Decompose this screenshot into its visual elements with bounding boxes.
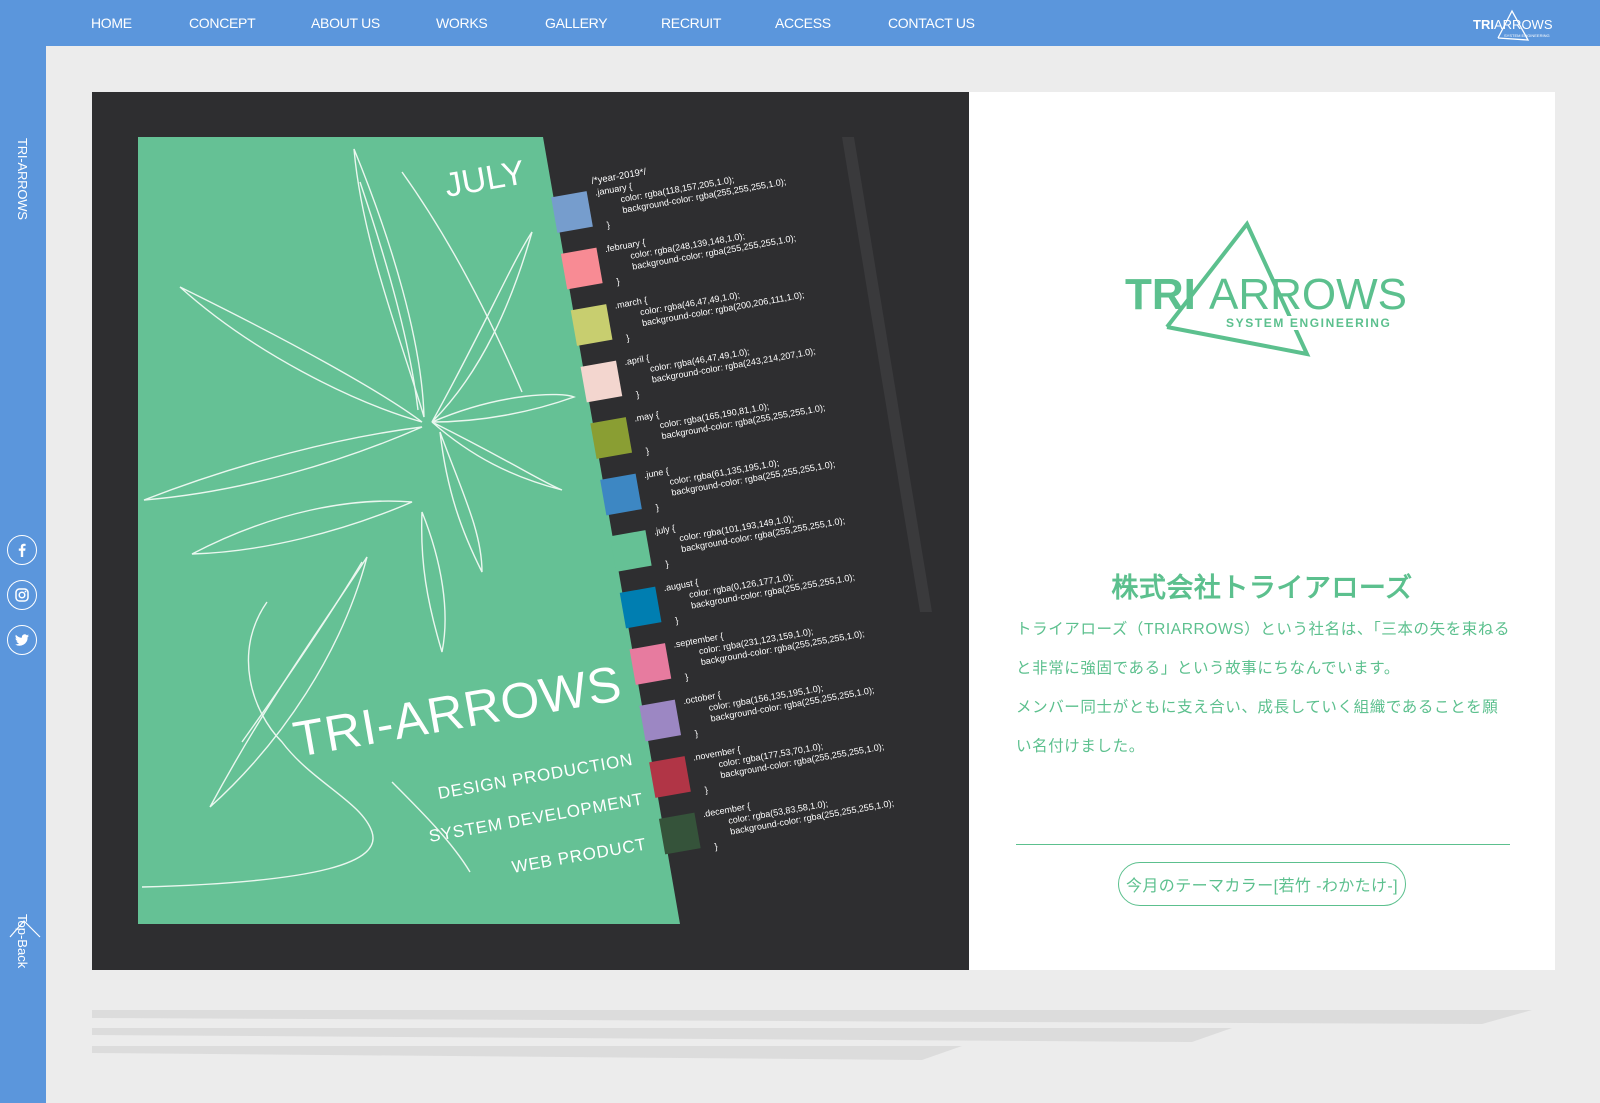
- code-line: .july {: [653, 523, 676, 537]
- nav-about-us[interactable]: ABOUT US: [311, 15, 380, 31]
- color-entry-5: .june {color: rgba(61,135,195,1.0);backg…: [600, 458, 836, 516]
- color-entry-3: .april {color: rgba(46,47,49,1.0);backgr…: [580, 346, 816, 403]
- triarrows-logo: TRI ARROWS SYSTEM ENGINEERING: [1125, 220, 1407, 357]
- description-line: と非常に強固である」という故事にちなんでいます。: [1016, 660, 1400, 677]
- code-line: }: [714, 841, 719, 851]
- color-swatch: [580, 360, 623, 403]
- logo-tri: TRI: [1125, 270, 1196, 319]
- nav-gallery[interactable]: GALLERY: [545, 15, 608, 31]
- nav-home[interactable]: HOME: [91, 15, 132, 31]
- left-sidebar: TRI-ARROWS Top-Back: [0, 46, 46, 1103]
- code-line: }: [655, 502, 660, 512]
- color-swatch: [570, 304, 613, 346]
- nav-concept[interactable]: CONCEPT: [189, 15, 256, 31]
- color-entry-2: .march {color: rgba(46,47,49,1.0);backgr…: [570, 290, 805, 346]
- color-swatch: [629, 643, 672, 685]
- color-entry-7: .august {color: rgba(0,126,177,1.0);back…: [619, 572, 856, 629]
- code-line: }: [626, 333, 631, 343]
- nav-works[interactable]: WORKS: [436, 15, 488, 31]
- brand-logo-subtext: SYSTEM ENGINEERING: [1504, 33, 1550, 38]
- color-swatch: [619, 586, 662, 629]
- twitter-icon: [15, 634, 29, 646]
- top-navigation: HOME CONCEPT ABOUT US WORKS GALLERY RECR…: [0, 0, 1600, 46]
- code-line: }: [635, 389, 640, 399]
- code-line: .may {: [633, 409, 659, 423]
- twitter-link[interactable]: [7, 625, 37, 655]
- color-swatch: [649, 756, 691, 798]
- sidebar-title: TRI-ARROWS: [15, 138, 30, 220]
- code-line: }: [704, 785, 709, 795]
- description-line: い名付けました。: [1016, 738, 1145, 755]
- logo-subtext: SYSTEM ENGINEERING: [1226, 316, 1392, 330]
- color-swatch: [560, 247, 603, 290]
- code-line: }: [645, 446, 650, 456]
- description-line: メンバー同士がともに支え合い、成長していく組織であることを願: [1016, 699, 1499, 716]
- code-line: }: [684, 672, 689, 682]
- code-line: .april {: [624, 353, 650, 367]
- color-swatch: [600, 473, 642, 516]
- code-line: }: [665, 559, 670, 569]
- brand-logo[interactable]: TRI ARROWS SYSTEM ENGINEERING: [1472, 8, 1554, 42]
- company-description: トライアローズ（TRIARROWS）という社名は、「三本の矢を束ねる と非常に強…: [1016, 610, 1516, 766]
- instagram-icon: [15, 588, 29, 602]
- color-swatch: [639, 699, 682, 742]
- nav-access[interactable]: ACCESS: [775, 15, 831, 31]
- color-swatch: [590, 417, 633, 459]
- facebook-icon: [18, 543, 26, 557]
- code-line: }: [694, 728, 699, 738]
- instagram-link[interactable]: [7, 580, 37, 610]
- nav-contact-us[interactable]: CONTACT US: [888, 15, 975, 31]
- theme-color-button[interactable]: 今月のテーマカラー[若竹 -わかたけ-]: [1118, 862, 1406, 906]
- code-line: .june {: [643, 466, 669, 480]
- nav-recruit[interactable]: RECRUIT: [661, 15, 721, 31]
- poster-artwork: JULY TRI-ARROWS DESIGN PRODUCTION SYSTEM…: [138, 137, 932, 924]
- top-back-link[interactable]: Top-Back: [15, 914, 30, 968]
- color-entry-0: .january {color: rgba(118,157,205,1.0);b…: [551, 174, 787, 233]
- color-swatch: [658, 812, 701, 855]
- company-info-panel: TRI ARROWS SYSTEM ENGINEERING 株式会社トライアロー…: [969, 92, 1555, 970]
- color-entry-10: .november {color: rgba(177,53,70,1.0);ba…: [649, 741, 885, 798]
- color-entry-4: .may {color: rgba(165,190,81,1.0);backgr…: [590, 401, 826, 459]
- code-line: }: [616, 276, 621, 286]
- brand-logo-tri: TRI: [1473, 17, 1494, 32]
- description-line: トライアローズ（TRIARROWS）という社名は、「三本の矢を束ねる: [1016, 621, 1511, 638]
- color-entry-11: .december {color: rgba(53,83,58,1.0);bac…: [658, 798, 895, 855]
- logo-arrows: ARROWS: [1209, 270, 1407, 319]
- color-entry-8: .september {color: rgba(231,123,159,1.0)…: [629, 626, 865, 685]
- color-entry-9: .october {color: rgba(156,135,195,1.0);b…: [639, 683, 875, 742]
- decorative-arrows: [92, 1010, 1532, 1060]
- company-name: 株式会社トライアローズ: [1111, 573, 1413, 603]
- divider: [1016, 844, 1510, 845]
- color-swatch: [551, 191, 593, 233]
- code-line: }: [675, 615, 680, 625]
- brand-logo-arrows: ARROWS: [1494, 17, 1553, 32]
- color-entry-1: .february {color: rgba(248,139,148,1.0);…: [560, 231, 797, 290]
- gallery-poster: JULY TRI-ARROWS DESIGN PRODUCTION SYSTEM…: [92, 92, 969, 970]
- color-swatch: [609, 530, 652, 572]
- color-entry-6: .july {color: rgba(101,193,149,1.0);back…: [609, 513, 846, 572]
- facebook-link[interactable]: [7, 535, 37, 565]
- code-line: }: [606, 220, 611, 230]
